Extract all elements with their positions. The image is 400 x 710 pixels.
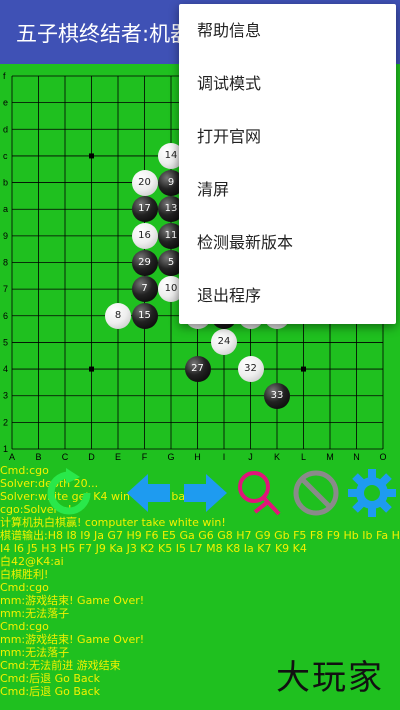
refresh-icon[interactable]	[44, 468, 94, 518]
column-label: L	[301, 452, 306, 462]
row-label: e	[3, 98, 8, 108]
column-label: E	[115, 452, 121, 462]
black-stone: 7	[131, 276, 158, 303]
column-label: H	[194, 452, 201, 462]
log-line: mm:无法落子	[0, 607, 70, 620]
row-label: 6	[3, 311, 8, 321]
column-label: F	[142, 452, 148, 462]
column-label: J	[248, 452, 253, 462]
forbidden-icon[interactable]	[291, 468, 341, 518]
overflow-menu: 帮助信息 调试模式 打开官网 清屏 检测最新版本 退出程序	[179, 4, 396, 324]
row-label: a	[3, 204, 8, 214]
log-line: mm:游戏结束! Game Over!	[0, 633, 145, 646]
black-stone: 33	[264, 382, 290, 409]
log-line: 白42@K4:ai	[0, 555, 64, 568]
black-stone: 15	[131, 302, 158, 329]
toolbar	[0, 468, 400, 518]
menu-item-open-website[interactable]: 打开官网	[179, 110, 396, 163]
row-label: c	[3, 151, 8, 161]
row-label: 5	[3, 337, 8, 347]
menu-item-debug-mode[interactable]: 调试模式	[179, 57, 396, 110]
row-label: 2	[3, 417, 8, 427]
column-label: M	[326, 452, 334, 462]
arrow-right-icon[interactable]	[180, 468, 230, 518]
row-label: 7	[3, 284, 8, 294]
row-label: 1	[3, 444, 8, 454]
column-label: B	[35, 452, 41, 462]
column-label: A	[9, 452, 15, 462]
column-label: G	[167, 452, 174, 462]
row-label: 3	[3, 391, 8, 401]
black-stone: 27	[184, 356, 211, 383]
search-icon[interactable]	[235, 468, 285, 518]
log-line: Cmd:cgo	[0, 620, 49, 633]
star-point	[89, 366, 94, 372]
row-label: 9	[3, 231, 8, 241]
white-stone: 20	[131, 169, 158, 196]
star-point	[301, 366, 306, 372]
log-line: Cmd:cgo	[0, 581, 49, 594]
column-label: I	[223, 452, 226, 462]
black-stone: 17	[131, 196, 158, 223]
white-stone: 16	[131, 222, 158, 249]
row-label: b	[3, 178, 8, 188]
black-stone: 29	[131, 249, 158, 276]
brand-logo: 大玩家	[276, 658, 384, 698]
log-line: 棋谱输出:H8 I8 I9 Ja G7 H9 F6 E5 Ga G6 G8 H7…	[0, 529, 400, 542]
column-label: O	[379, 452, 386, 462]
column-label: K	[274, 452, 280, 462]
column-label: N	[353, 452, 360, 462]
log-line: 白棋胜利!	[0, 568, 49, 581]
white-stone: 8	[105, 302, 131, 329]
star-point	[89, 153, 94, 159]
gear-icon[interactable]	[347, 468, 397, 518]
menu-item-check-update[interactable]: 检测最新版本	[179, 216, 396, 269]
row-label: f	[3, 71, 6, 81]
column-label: C	[62, 452, 69, 462]
column-label: D	[88, 452, 95, 462]
menu-item-exit[interactable]: 退出程序	[179, 269, 396, 322]
menu-item-help[interactable]: 帮助信息	[179, 4, 396, 57]
log-line: mm:游戏结束! Game Over!	[0, 594, 145, 607]
white-stone: 32	[237, 356, 264, 383]
arrow-left-icon[interactable]	[124, 468, 174, 518]
menu-item-clear-screen[interactable]: 清屏	[179, 163, 396, 216]
row-label: 8	[3, 258, 8, 268]
row-label: d	[3, 124, 8, 134]
log-line: I4 I6 J5 H3 H5 F7 J9 Ka J3 K2 K5 I5 L7 M…	[0, 542, 307, 555]
row-label: 4	[3, 364, 8, 374]
